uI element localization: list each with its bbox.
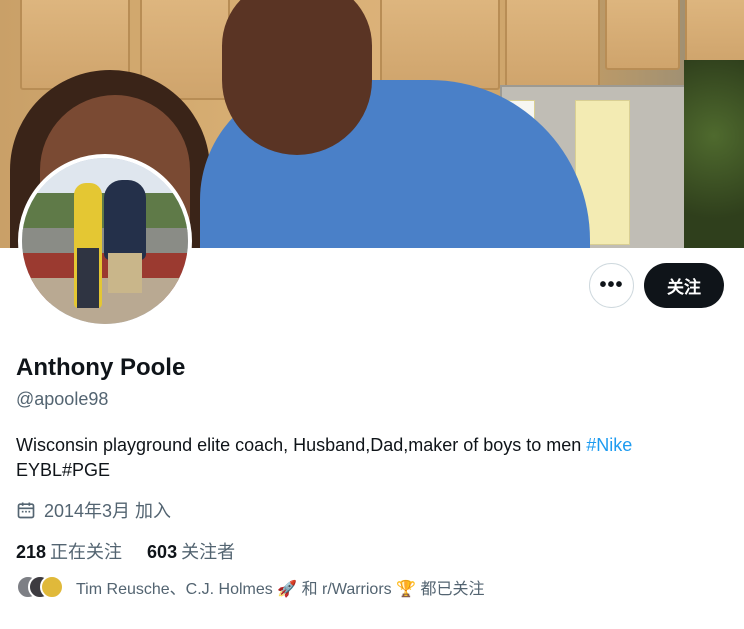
bio-text: Wisconsin playground elite coach, Husban…: [16, 435, 587, 455]
joined-date: 2014年3月 加入: [16, 497, 171, 523]
mutual-avatar: [40, 575, 64, 599]
mutual-avatars: [16, 575, 64, 599]
bio-hashtag-link[interactable]: #Nike: [586, 435, 632, 455]
profile-handle: @apoole98: [16, 389, 109, 409]
follow-button[interactable]: 关注: [644, 263, 724, 308]
joined-text: 2014年3月 加入: [44, 501, 172, 521]
followers-count: 603: [147, 542, 178, 562]
followers-label: 关注者: [181, 542, 236, 562]
following-label: 正在关注: [50, 542, 123, 562]
more-icon: •••: [599, 274, 624, 296]
followers-you-know[interactable]: Tim Reusche、C.J. Holmes 🚀 和 r/Warriors 🏆…: [16, 575, 484, 599]
profile-bio: Wisconsin playground elite coach, Husban…: [16, 433, 716, 483]
profile-name: Anthony Poole: [16, 354, 186, 381]
bio-line2: EYBL#PGE: [16, 460, 111, 480]
following-link[interactable]: 218 正在关注: [16, 538, 122, 564]
follow-stats: 218 正在关注 603 关注者: [16, 538, 260, 564]
followers-link[interactable]: 603 关注者: [147, 538, 235, 564]
followed-by-text: Tim Reusche、C.J. Holmes 🚀 和 r/Warriors 🏆…: [76, 581, 485, 598]
following-count: 218: [16, 542, 47, 562]
profile-avatar[interactable]: [18, 154, 192, 328]
calendar-icon: [17, 502, 35, 519]
more-options-button[interactable]: •••: [589, 263, 634, 308]
